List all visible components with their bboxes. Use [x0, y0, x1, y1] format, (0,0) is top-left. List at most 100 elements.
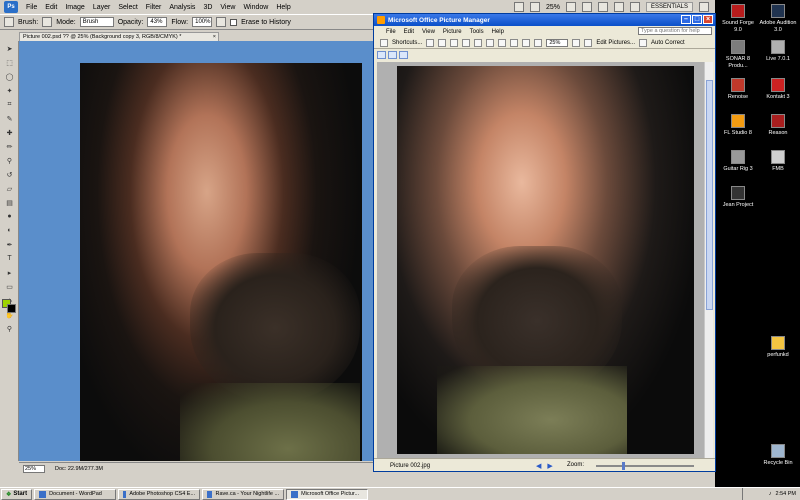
magic-wand-tool-icon[interactable]: ✦ — [3, 84, 16, 97]
mode-select[interactable]: Brush — [79, 17, 114, 27]
auto-correct-icon[interactable] — [639, 38, 648, 47]
task-photoshop[interactable]: Adobe Photoshop CS4 E... — [118, 488, 201, 500]
history-brush-tool-icon[interactable]: ↺ — [3, 168, 16, 181]
ps-zoom-level[interactable]: 25% — [546, 4, 560, 11]
ps-menu-3d[interactable]: 3D — [199, 4, 216, 11]
eraser-tool-preset-icon[interactable] — [4, 17, 14, 27]
pm-title-bar[interactable]: Microsoft Office Picture Manager – □ × — [374, 14, 715, 26]
desktop-icon-fl-studio[interactable]: FL Studio 8 — [718, 114, 758, 137]
filmstrip-view-button[interactable] — [388, 51, 397, 59]
desktop-icon-sound-forge[interactable]: Sound Forge 9.0 — [718, 4, 758, 33]
workspace-switcher[interactable]: ESSENTIALS — [645, 2, 693, 12]
desktop-icon-fmb[interactable]: FMB — [758, 150, 798, 173]
edit-pictures-button[interactable]: Edit Pictures... — [596, 40, 635, 46]
pm-preview-pane[interactable] — [377, 62, 713, 458]
send-icon[interactable] — [450, 38, 459, 47]
pen-tool-icon[interactable]: ✒ — [3, 238, 16, 251]
desktop-icon-adobe-audition[interactable]: Adobe Audition 3.0 — [758, 4, 798, 33]
undo-icon[interactable] — [510, 38, 519, 47]
bridge-icon[interactable] — [513, 2, 524, 12]
pm-menu-file[interactable]: File — [386, 29, 396, 35]
pm-help-search-field[interactable]: Type a question for help — [638, 27, 712, 35]
eyedropper-tool-icon[interactable]: ✎ — [3, 112, 16, 125]
desktop-icon-sonar[interactable]: SONAR 8 Produ... — [718, 40, 758, 69]
marquee-tool-icon[interactable]: ⬚ — [3, 56, 16, 69]
pm-scrollbar-thumb[interactable] — [706, 80, 713, 310]
zoom-in-icon[interactable] — [572, 38, 581, 47]
ps-menu-edit[interactable]: Edit — [41, 4, 61, 11]
clock[interactable]: 2:54 PM — [776, 491, 796, 497]
desktop-icon-jean-project[interactable]: Jean Project — [718, 186, 758, 209]
single-picture-view-button[interactable] — [399, 51, 408, 59]
ps-menu-analysis[interactable]: Analysis — [165, 4, 199, 11]
clone-stamp-tool-icon[interactable]: ⚲ — [3, 154, 16, 167]
save-icon[interactable] — [438, 38, 447, 47]
rotate-view-icon[interactable] — [597, 2, 608, 12]
crop-tool-icon[interactable]: ⌗ — [3, 98, 16, 111]
pm-menu-view[interactable]: View — [422, 29, 435, 35]
ps-menu-view[interactable]: View — [216, 4, 239, 11]
hand-tool-icon[interactable] — [565, 2, 576, 12]
opacity-field[interactable]: 43% — [147, 17, 168, 27]
ps-menu-image[interactable]: Image — [61, 4, 88, 11]
open-icon[interactable] — [426, 38, 435, 47]
ps-menu-layer[interactable]: Layer — [89, 4, 115, 11]
type-tool-icon[interactable]: T — [3, 252, 16, 265]
delete-icon[interactable] — [498, 38, 507, 47]
rotate-right-icon[interactable] — [534, 38, 543, 47]
brush-tool-icon[interactable]: ✏ — [3, 140, 16, 153]
shortcuts-button[interactable]: Shortcuts... — [392, 40, 422, 46]
shape-tool-icon[interactable]: ▭ — [3, 280, 16, 293]
mini-bridge-icon[interactable] — [529, 2, 540, 12]
edit-pictures-icon[interactable] — [584, 38, 593, 47]
ps-menu-select[interactable]: Select — [114, 4, 141, 11]
path-selection-tool-icon[interactable]: ▸ — [3, 266, 16, 279]
desktop-icon-renoise[interactable]: Renoise — [718, 78, 758, 101]
pm-zoom-slider-knob[interactable] — [621, 462, 625, 470]
arrange-documents-icon[interactable] — [613, 2, 624, 12]
task-picture-manager[interactable]: Microsoft Office Pictur... — [286, 488, 369, 500]
ps-menu-help[interactable]: Help — [272, 4, 294, 11]
background-color-swatch[interactable] — [7, 304, 16, 313]
close-icon[interactable]: × — [213, 33, 216, 41]
move-tool-icon[interactable]: ➤ — [3, 42, 16, 55]
desktop-icon-kontakt[interactable]: Kontakt 3 — [758, 78, 798, 101]
ps-menu-file[interactable]: File — [22, 4, 41, 11]
pm-menu-help[interactable]: Help — [492, 29, 504, 35]
desktop-icon-live[interactable]: Live 7.0.1 — [758, 40, 798, 63]
gradient-tool-icon[interactable]: ▤ — [3, 196, 16, 209]
previous-picture-icon[interactable]: ◀ — [536, 462, 541, 470]
zoom-tool-icon[interactable]: ⚲ — [3, 322, 16, 335]
ps-menu-filter[interactable]: Filter — [142, 4, 166, 11]
pm-zoom-slider[interactable] — [596, 462, 694, 470]
flow-field[interactable]: 100% — [192, 17, 213, 27]
maximize-button[interactable]: □ — [692, 15, 702, 24]
pm-menu-edit[interactable]: Edit — [404, 29, 414, 35]
dodge-tool-icon[interactable]: ◐ — [3, 224, 16, 237]
ps-status-zoom[interactable]: 25% — [23, 464, 45, 473]
auto-correct-button[interactable]: Auto Correct — [651, 40, 685, 46]
lasso-tool-icon[interactable]: ◯ — [3, 70, 16, 83]
desktop-icon-perfunkd[interactable]: perfunkd — [758, 336, 798, 359]
airbrush-icon[interactable] — [216, 17, 227, 27]
shortcuts-icon[interactable] — [380, 38, 388, 47]
zoom-tool-icon[interactable] — [581, 2, 592, 12]
minimize-button[interactable]: – — [681, 15, 691, 24]
erase-to-history-checkbox[interactable] — [230, 18, 238, 26]
desktop-icon-reason[interactable]: Reason — [758, 114, 798, 137]
task-wordpad[interactable]: Document - WordPad — [34, 488, 117, 500]
screen-mode-icon[interactable] — [629, 2, 640, 12]
eraser-tool-icon[interactable]: ▱ — [3, 182, 16, 195]
rotate-left-icon[interactable] — [522, 38, 531, 47]
cut-icon[interactable] — [462, 38, 471, 47]
ps-menu-window[interactable]: Window — [239, 4, 272, 11]
thumbnail-view-button[interactable] — [377, 51, 386, 59]
blur-tool-icon[interactable]: ● — [3, 210, 16, 223]
ps-canvas[interactable] — [19, 41, 374, 461]
healing-brush-tool-icon[interactable]: ✚ — [3, 126, 16, 139]
search-icon[interactable] — [699, 2, 709, 12]
pm-vertical-scrollbar[interactable] — [704, 62, 713, 458]
paste-icon[interactable] — [486, 38, 495, 47]
brush-preset-picker[interactable] — [42, 17, 53, 27]
pm-menu-tools[interactable]: Tools — [470, 29, 484, 35]
